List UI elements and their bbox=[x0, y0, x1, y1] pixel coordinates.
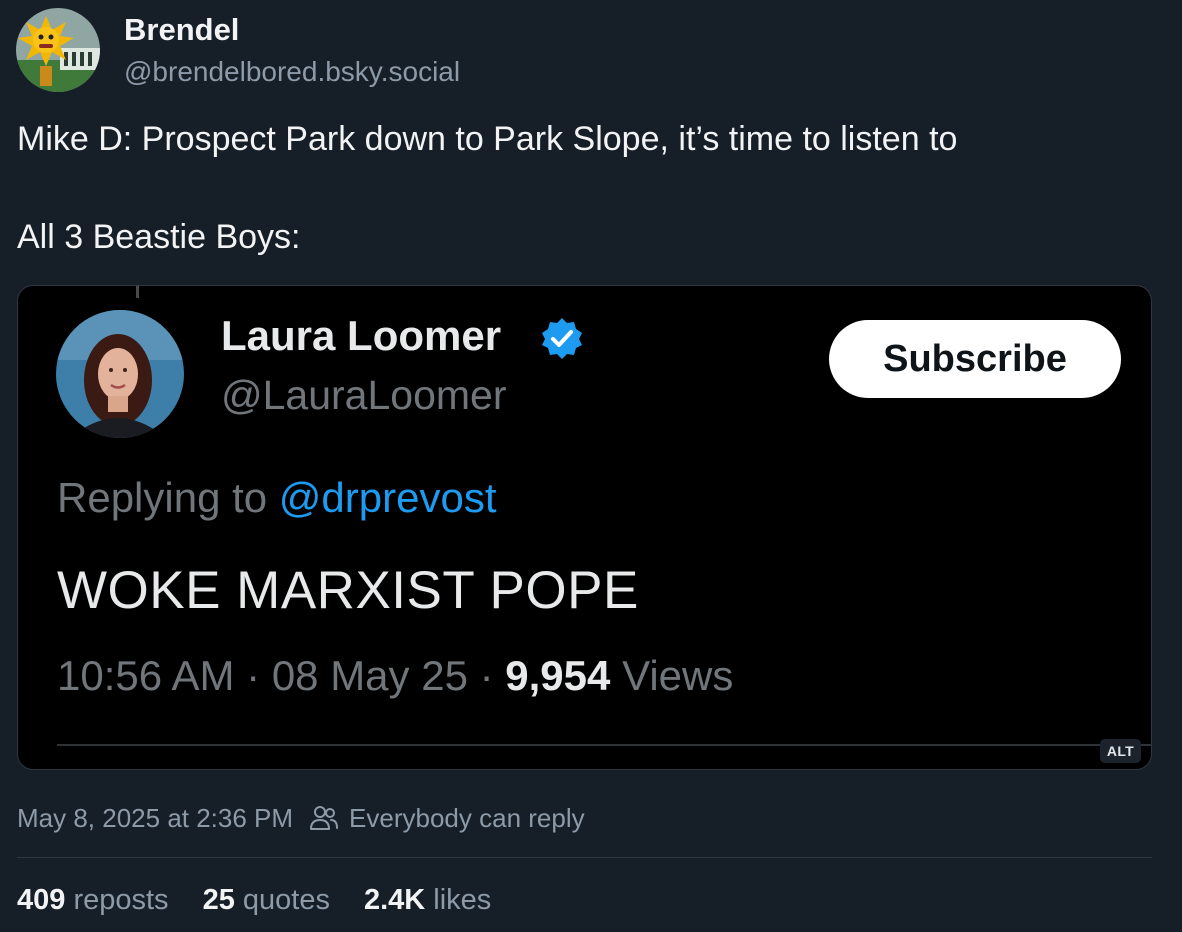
tweet-views-count: 9,954 bbox=[505, 652, 611, 699]
replying-prefix: Replying to bbox=[57, 474, 268, 521]
tweet-views-label: Views bbox=[622, 652, 734, 699]
subscribe-button: Subscribe bbox=[829, 320, 1121, 398]
meta-separator: · bbox=[479, 652, 494, 699]
likes-count: 2.4K bbox=[363, 883, 426, 916]
tweet-time: 10:56 AM bbox=[57, 652, 235, 699]
verified-badge-icon bbox=[542, 318, 582, 359]
reposts-stat[interactable]: 409 reposts bbox=[17, 884, 169, 917]
embedded-image[interactable]: Laura Loomer @LauraLoomer Subscribe Repl… bbox=[17, 285, 1152, 770]
post-text-line-1: Mike D: Prospect Park down to Park Slope… bbox=[17, 120, 958, 158]
engagement-stats: 409 reposts 25 quotes 2.4K likes bbox=[17, 880, 525, 920]
tweet-author-name: Laura Loomer bbox=[221, 312, 502, 359]
replying-mention: @drprevost bbox=[278, 474, 497, 521]
tweet-author-handle: @LauraLoomer bbox=[221, 372, 507, 418]
tweet-author-avatar bbox=[56, 310, 184, 438]
alt-text-badge[interactable]: ALT bbox=[1099, 739, 1141, 763]
author-handle[interactable]: @brendelbored.bsky.social bbox=[124, 56, 460, 88]
author-display-name[interactable]: Brendel bbox=[124, 12, 239, 48]
post-text-line-2: All 3 Beastie Boys: bbox=[17, 218, 301, 256]
stats-divider bbox=[17, 857, 1152, 858]
tweet-date: 08 May 25 bbox=[271, 652, 468, 699]
reply-setting[interactable]: Everybody can reply bbox=[309, 803, 585, 834]
people-icon bbox=[310, 806, 339, 830]
likes-label: likes bbox=[433, 883, 492, 916]
meta-separator: · bbox=[246, 652, 261, 699]
post-meta-row: May 8, 2025 at 2:36 PM Everybody can rep… bbox=[17, 800, 585, 836]
replying-to-line: Replying to @drprevost bbox=[57, 474, 497, 522]
post-thread-item: Brendel @brendelbored.bsky.social Mike D… bbox=[0, 0, 1182, 932]
author-avatar[interactable] bbox=[16, 8, 100, 92]
reply-setting-label: Everybody can reply bbox=[349, 802, 585, 833]
reposts-count: 409 bbox=[17, 883, 66, 916]
quotes-stat[interactable]: 25 quotes bbox=[203, 884, 330, 917]
quotes-label: quotes bbox=[242, 883, 330, 916]
post-timestamp[interactable]: May 8, 2025 at 2:36 PM bbox=[17, 803, 293, 834]
image-artifact bbox=[136, 286, 139, 298]
reposts-label: reposts bbox=[73, 883, 169, 916]
likes-stat[interactable]: 2.4K likes bbox=[364, 884, 491, 917]
quotes-count: 25 bbox=[202, 883, 235, 916]
tweet-meta: 10:56 AM · 08 May 25 · 9,954 Views bbox=[57, 652, 733, 700]
tweet-divider bbox=[57, 744, 1151, 746]
tweet-body: WOKE MARXIST POPE bbox=[57, 561, 639, 620]
